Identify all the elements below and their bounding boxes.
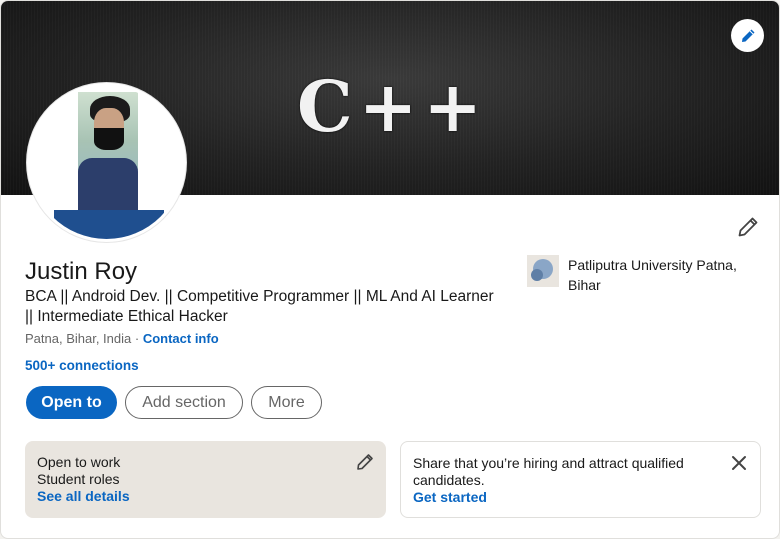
open-to-work-subtitle: Student roles (37, 471, 120, 487)
add-section-button[interactable]: Add section (125, 386, 243, 419)
hiring-text: Share that you’re hiring and attract qua… (413, 455, 713, 489)
pencil-icon (741, 29, 754, 42)
get-started-link[interactable]: Get started (413, 489, 748, 506)
profile-name: Justin Roy (25, 258, 138, 285)
profile-headline: BCA || Android Dev. || Competitive Progr… (25, 288, 494, 325)
location-text: Patna, Bihar, India (25, 331, 132, 346)
pencil-icon (357, 454, 373, 470)
contact-info-link[interactable]: Contact info (143, 331, 219, 346)
connections-link[interactable]: 500+ connections (25, 358, 139, 373)
close-icon (732, 456, 746, 470)
open-to-work-title: Open to work (37, 454, 121, 470)
separator: · (131, 331, 143, 346)
avatar-mask (94, 128, 124, 150)
close-hiring-button[interactable] (730, 454, 748, 472)
education-item[interactable]: Patliputra University Patna, Bihar (527, 255, 758, 295)
see-all-details-link[interactable]: See all details (37, 488, 374, 505)
pencil-icon (738, 217, 758, 237)
open-to-button[interactable]: Open to (26, 386, 117, 419)
avatar[interactable] (27, 83, 186, 242)
hiring-bold-text: Share that you’re hiring (413, 455, 558, 471)
hiring-panel: Share that you’re hiring and attract qua… (400, 441, 761, 518)
education-name: Patliputra University Patna, Bihar (568, 257, 737, 293)
profile-card: C++ Justin Roy BCA || Android Dev. || Co… (0, 0, 780, 539)
avatar-frame-strip (54, 210, 164, 239)
profile-location-line: Patna, Bihar, India · Contact info (25, 330, 219, 347)
avatar-shirt (78, 158, 138, 214)
university-logo (527, 255, 559, 287)
edit-open-to-work-button[interactable] (356, 453, 374, 471)
more-button[interactable]: More (251, 386, 322, 419)
open-to-work-panel: Open to work Student roles See all detai… (25, 441, 386, 518)
cover-text: C++ (297, 65, 489, 148)
edit-intro-button[interactable] (735, 214, 761, 240)
edit-cover-button[interactable] (731, 19, 764, 52)
